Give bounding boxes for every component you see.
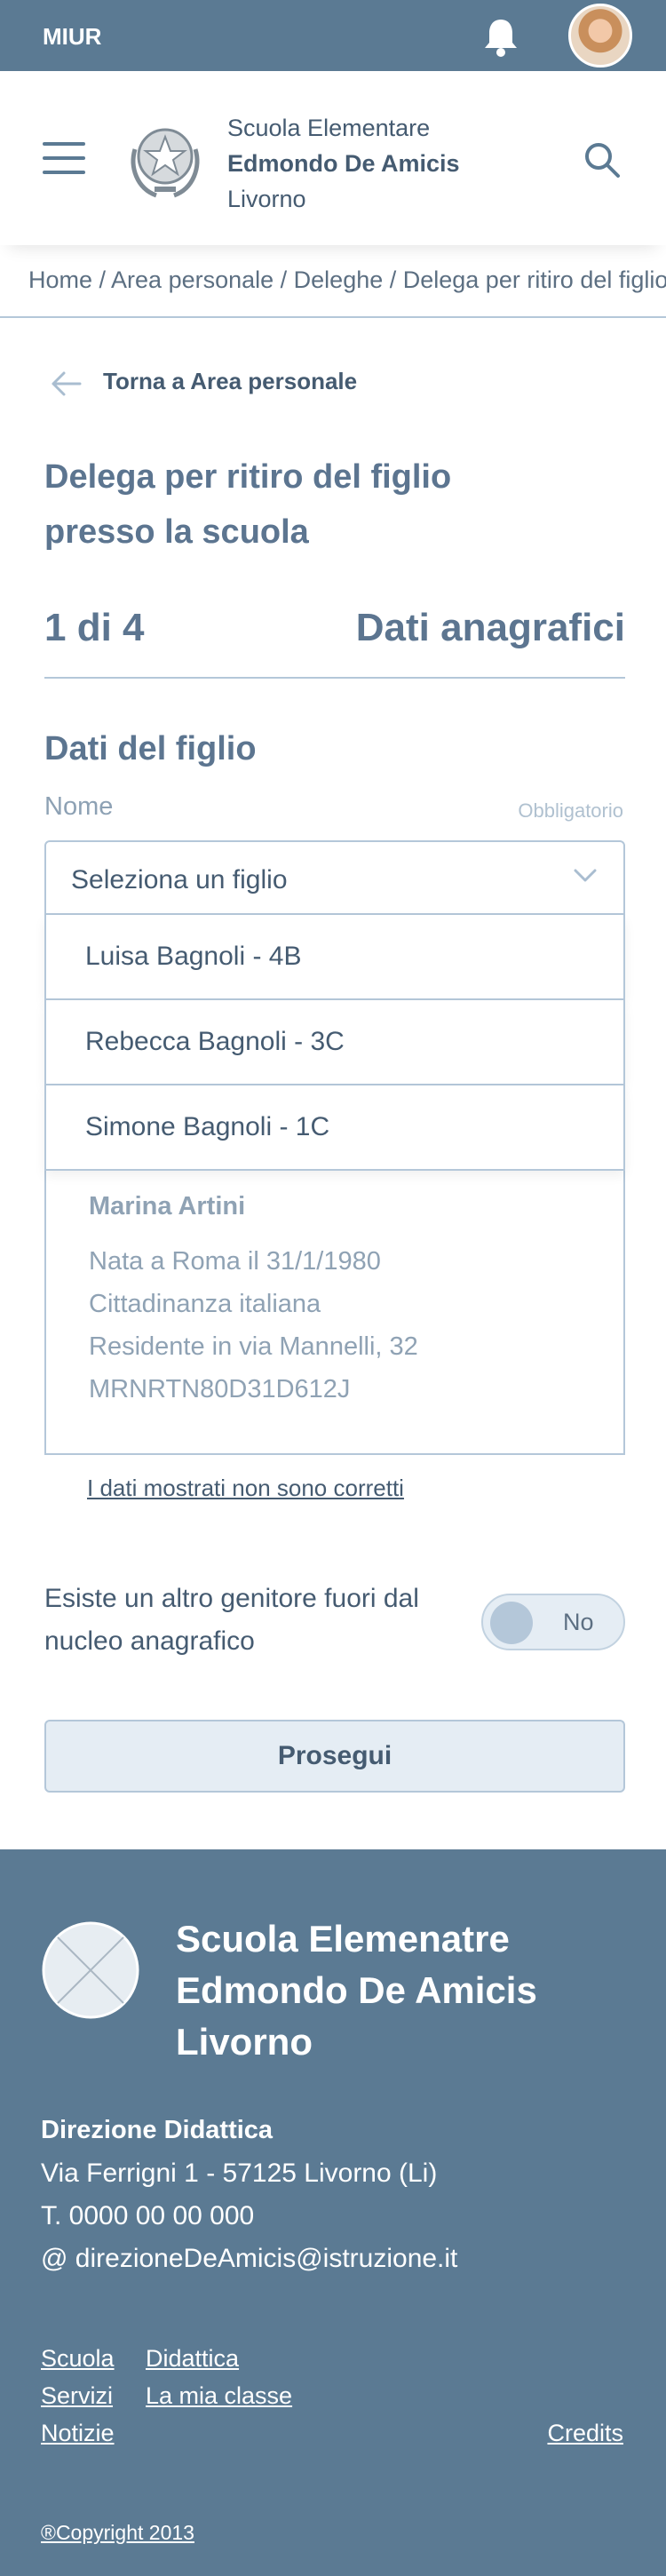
brand-label[interactable]: MIUR — [43, 23, 101, 51]
breadcrumb[interactable]: Home / Area personale / Deleghe / Delega… — [28, 266, 666, 294]
republic-emblem-icon — [124, 114, 206, 203]
toggle-knob — [490, 1602, 533, 1644]
footer-link-mia-classe[interactable]: La mia classe — [146, 2382, 292, 2410]
footer-school-name: Scuola Elemenatre Edmondo De Amicis Livo… — [176, 1913, 537, 2068]
child-option[interactable]: Luisa Bagnoli - 4B — [44, 915, 625, 1000]
school-name-line3: Livorno — [227, 186, 306, 212]
person-citizenship: Cittadinanza italiana — [89, 1290, 321, 1318]
section-title: Dati del figlio — [44, 730, 257, 767]
back-link[interactable] — [50, 366, 82, 402]
child-option[interactable]: Rebecca Bagnoli - 3C — [44, 1000, 625, 1085]
field-label-nome: Nome — [44, 792, 114, 821]
top-bar: MIUR — [0, 0, 666, 71]
hamburger-icon[interactable] — [43, 142, 85, 174]
step-name: Dati anagrafici — [355, 606, 625, 649]
wrong-data-link[interactable]: I dati mostrati non sono corretti — [87, 1475, 404, 1502]
footer-link-didattica[interactable]: Didattica — [146, 2345, 239, 2373]
footer-address: Via Ferrigni 1 - 57125 Livorno (Li) — [41, 2159, 438, 2188]
person-name: Marina Artini — [89, 1192, 246, 1220]
footer-school-line2: Edmondo De Amicis — [176, 1969, 537, 2011]
chevron-down-icon — [574, 869, 597, 882]
user-avatar[interactable] — [568, 4, 632, 68]
breadcrumb-divider — [0, 316, 666, 318]
step-counter: 1 di 4 — [44, 606, 145, 649]
logo-placeholder-icon — [41, 1920, 140, 2020]
child-option-label: Simone Bagnoli - 1C — [85, 1112, 330, 1141]
site-footer: Scuola Elemenatre Edmondo De Amicis Livo… — [0, 1849, 666, 2576]
person-card: Marina Artini Nata a Roma il 31/1/1980 C… — [44, 1146, 625, 1455]
continue-button-label: Prosegui — [277, 1741, 392, 1770]
footer-phone: T. 0000 00 00 000 — [41, 2201, 255, 2230]
person-residence: Residente in via Mannelli, 32 — [89, 1332, 418, 1361]
continue-button[interactable]: Prosegui — [44, 1720, 625, 1793]
back-link-label[interactable]: Torna a Area personale — [103, 368, 357, 395]
search-icon[interactable] — [583, 140, 622, 179]
school-name[interactable]: Scuola Elementare Edmondo De Amicis Livo… — [227, 110, 460, 217]
child-select-value: Seleziona un figlio — [71, 865, 288, 894]
school-name-line1: Scuola Elementare — [227, 115, 431, 141]
footer-school-line1: Scuola Elemenatre — [176, 1918, 510, 1960]
child-option-label: Rebecca Bagnoli - 3C — [85, 1027, 345, 1056]
footer-school-line3: Livorno — [176, 2021, 313, 2063]
bell-icon[interactable] — [481, 16, 520, 59]
site-header: Scuola Elementare Edmondo De Amicis Livo… — [0, 71, 666, 245]
school-name-line2: Edmondo De Amicis — [227, 150, 460, 177]
person-fiscal-code: MRNRTN80D31D612J — [89, 1375, 351, 1403]
other-parent-toggle[interactable]: No — [481, 1594, 625, 1650]
child-select[interactable]: Seleziona un figlio — [44, 840, 625, 915]
footer-link-scuola[interactable]: Scuola — [41, 2345, 115, 2373]
child-option-label: Luisa Bagnoli - 4B — [85, 942, 302, 971]
required-label: Obbligatorio — [518, 799, 623, 822]
person-birth: Nata a Roma il 31/1/1980 — [89, 1247, 381, 1276]
footer-link-notizie[interactable]: Notizie — [41, 2420, 115, 2447]
arrow-left-icon — [52, 371, 82, 396]
footer-link-servizi[interactable]: Servizi — [41, 2382, 113, 2410]
footer-link-credits[interactable]: Credits — [547, 2420, 623, 2447]
footer-direction-title: Direzione Didattica — [41, 2116, 274, 2144]
page-title: Delega per ritiro del figlio presso la s… — [44, 458, 452, 551]
child-option[interactable]: Simone Bagnoli - 1C — [44, 1085, 625, 1171]
other-parent-label: Esiste un altro genitore fuori dal nucle… — [44, 1584, 419, 1656]
footer-copyright[interactable]: ®Copyright 2013 — [41, 2521, 194, 2545]
step-divider — [44, 677, 625, 679]
footer-email[interactable]: @ direzioneDeAmicis@istruzione.it — [41, 2244, 457, 2274]
toggle-state: No — [563, 1609, 594, 1635]
